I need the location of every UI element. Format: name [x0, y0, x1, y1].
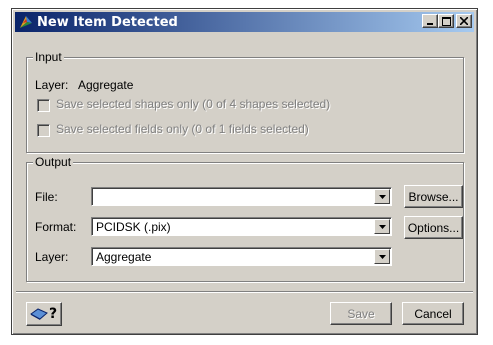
cancel-button[interactable]: Cancel: [402, 302, 464, 325]
window-title: New Item Detected: [37, 14, 178, 30]
cancel-button-label: Cancel: [414, 306, 452, 321]
file-dropdown-button[interactable]: [374, 189, 390, 204]
save-selected-fields-checkbox[interactable]: [37, 124, 50, 137]
save-selected-fields-label: Save selected fields only (0 of 1 fields…: [56, 122, 309, 136]
help-button[interactable]: ?: [26, 302, 62, 326]
minimize-icon: [427, 23, 433, 25]
footer-separator: [16, 291, 473, 293]
chevron-down-icon: [378, 194, 386, 199]
input-legend: Input: [33, 50, 64, 64]
format-value: PCIDSK (.pix): [96, 220, 171, 234]
save-selected-shapes-label: Save selected shapes only (0 of 4 shapes…: [56, 97, 331, 111]
file-label: File:: [35, 190, 58, 204]
close-button[interactable]: [456, 14, 472, 28]
browse-button[interactable]: Browse...: [404, 185, 463, 208]
output-legend: Output: [33, 155, 74, 169]
format-dropdown-button[interactable]: [374, 219, 390, 234]
window-controls: [422, 14, 472, 28]
chevron-down-icon: [378, 254, 386, 259]
maximize-button[interactable]: [438, 14, 454, 28]
options-button[interactable]: Options...: [404, 216, 463, 239]
browse-button-label: Browse...: [408, 189, 459, 204]
title-bar[interactable]: New Item Detected: [15, 12, 474, 32]
save-button[interactable]: Save: [330, 302, 392, 325]
options-button-label: Options...: [407, 220, 460, 235]
minimize-button[interactable]: [422, 14, 438, 28]
maximize-icon: [441, 16, 451, 26]
input-layer-value: Aggregate: [78, 78, 134, 92]
geomatica-icon: [20, 16, 32, 28]
close-icon: [460, 17, 468, 25]
output-layer-value: Aggregate: [96, 250, 152, 264]
output-layer-label: Layer:: [35, 250, 69, 264]
chevron-down-icon: [378, 224, 386, 229]
output-layer-combobox[interactable]: Aggregate: [91, 247, 392, 266]
format-combobox[interactable]: PCIDSK (.pix): [91, 217, 392, 236]
help-book-icon: [30, 308, 48, 320]
output-groupbox: Output File: Browse... Format: PCIDSK (.…: [26, 155, 464, 282]
file-combobox[interactable]: [91, 187, 392, 206]
format-label: Format:: [35, 220, 77, 234]
help-question-mark: ?: [49, 306, 58, 322]
input-layer-label: Layer:: [35, 78, 69, 92]
output-layer-dropdown-button[interactable]: [374, 249, 390, 264]
save-selected-shapes-checkbox[interactable]: [37, 99, 50, 112]
save-button-label: Save: [347, 306, 375, 321]
dialog-window: New Item Detected Input Layer: Aggregate…: [11, 8, 478, 335]
input-groupbox: Input Layer: Aggregate Save selected sha…: [26, 50, 464, 153]
